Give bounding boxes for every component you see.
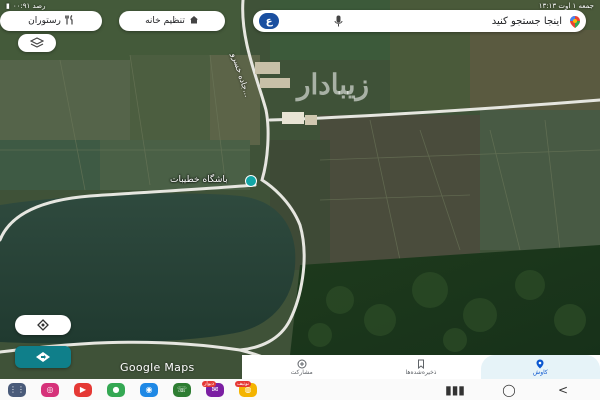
chrome-icon[interactable]: ◍ نوتیف: [235, 380, 257, 397]
poi-marker[interactable]: [245, 175, 257, 187]
bottom-navigation: مشارکت ذخیره‌شده‌ها کاوش: [242, 355, 600, 379]
pin-icon: [536, 359, 544, 368]
apps-grid-icon[interactable]: ⋮⋮: [8, 382, 26, 397]
watermark-logo: زیبادار: [288, 60, 378, 112]
set-home-label: تنظیم خانه: [145, 16, 185, 26]
battery-icon: ▮: [6, 2, 10, 10]
directions-button[interactable]: [15, 346, 71, 368]
account-avatar[interactable]: ع: [259, 13, 279, 29]
my-location-button[interactable]: [15, 315, 71, 335]
google-maps-pin-icon: [568, 14, 582, 28]
google-maps-logo: Google Maps: [120, 361, 195, 374]
youtube-icon[interactable]: ▶: [74, 382, 92, 397]
plus-circle-icon: [297, 359, 307, 368]
status-time: جمعه ۱ اوت ۱۳:۱۳: [538, 2, 594, 10]
restaurant-icon: [65, 14, 74, 28]
tab-saved-label: ذخیره‌شده‌ها: [405, 368, 437, 376]
poi-label[interactable]: باشگاه خطیبات: [170, 175, 228, 185]
phone-icon[interactable]: ☏: [173, 382, 191, 397]
bookmark-icon: [418, 359, 424, 369]
layers-button[interactable]: [18, 34, 56, 52]
tab-explore-label: کاوش: [532, 368, 548, 376]
camera-icon[interactable]: ◉: [140, 382, 158, 397]
layers-icon: [30, 37, 44, 48]
location-target-icon: [37, 319, 49, 331]
restaurants-chip[interactable]: رستوران: [0, 11, 102, 31]
instagram-icon[interactable]: ◎: [41, 382, 59, 397]
recent-apps-button[interactable]: ▮▮▮: [445, 383, 465, 397]
back-button[interactable]: <: [556, 383, 570, 397]
search-bar[interactable]: ع اینجا جستجو کنید: [253, 10, 586, 32]
directions-icon: [36, 352, 50, 362]
notification-badge: دیوار: [202, 380, 217, 387]
home-icon: [189, 15, 199, 27]
system-navigation-bar: ⋮⋮ ◎ ▶ ● ◉ ☏ ✉ دیوار ◍ نوتیف ▮▮▮ ◯ <: [0, 379, 600, 400]
tab-saved[interactable]: ذخیره‌شده‌ها: [361, 355, 480, 379]
home-button[interactable]: ◯: [502, 383, 516, 397]
tab-contribute[interactable]: مشارکت: [242, 355, 361, 379]
mic-icon[interactable]: [331, 14, 345, 28]
notification-badge: نوتیف: [235, 380, 252, 387]
set-home-chip[interactable]: تنظیم خانه: [119, 11, 225, 31]
search-input[interactable]: اینجا جستجو کنید: [345, 16, 568, 27]
network-label: ۰۰:۹۱ رصد: [12, 2, 46, 10]
maps-icon[interactable]: ●: [107, 382, 125, 397]
messenger-icon[interactable]: ✉ دیوار: [202, 380, 224, 397]
tab-contribute-label: مشارکت: [290, 368, 313, 376]
svg-text:زیبادار: زیبادار: [295, 68, 369, 102]
tab-explore[interactable]: کاوش: [480, 355, 600, 379]
restaurants-label: رستوران: [28, 16, 61, 26]
